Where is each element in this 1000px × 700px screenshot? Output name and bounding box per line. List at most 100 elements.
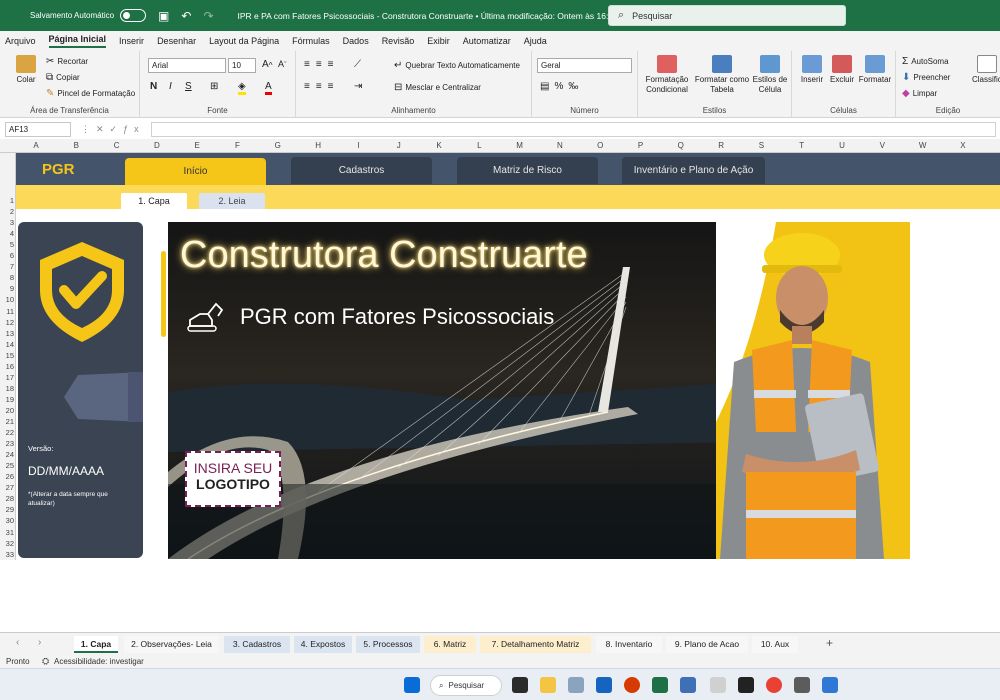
italic-button[interactable]: I xyxy=(169,81,172,92)
column-header[interactable]: V xyxy=(872,141,892,150)
row-header[interactable]: 1 xyxy=(0,196,14,205)
sheet-tab-aux[interactable]: 10. Aux xyxy=(752,636,798,653)
tab-layout[interactable]: Layout da Página xyxy=(209,36,279,46)
column-header[interactable]: F xyxy=(228,141,248,150)
row-header[interactable]: 19 xyxy=(0,395,14,404)
sheet-tab-processos[interactable]: 5. Processos xyxy=(356,636,420,653)
underline-button[interactable]: S xyxy=(185,81,192,92)
nav-cadastros[interactable]: Cadastros xyxy=(291,157,432,184)
sort-filter-button[interactable]: Classificar e Filtrar xyxy=(972,55,1000,85)
tab-arquivo[interactable]: Arquivo xyxy=(5,36,36,46)
font-family-select[interactable]: Arial xyxy=(148,58,226,73)
subtab-capa[interactable]: 1. Capa xyxy=(121,193,187,209)
task-view-icon[interactable] xyxy=(512,677,528,693)
grow-font-button[interactable]: A ^ xyxy=(262,59,273,70)
row-header[interactable]: 14 xyxy=(0,340,14,349)
indent-icon[interactable]: ⇥ xyxy=(354,81,362,92)
taskbar-search[interactable]: ⌕ Pesquisar xyxy=(430,675,502,696)
cut-button[interactable]: ✂ Recortar xyxy=(46,56,88,67)
tab-inserir[interactable]: Inserir xyxy=(119,36,144,46)
row-header[interactable]: 9 xyxy=(0,284,14,293)
redo-icon[interactable]: ↷ xyxy=(203,9,213,23)
column-header[interactable]: M xyxy=(510,141,530,150)
sheet-tab-capa[interactable]: 1. Capa xyxy=(74,636,118,653)
search-input[interactable]: ⌕ Pesquisar xyxy=(608,5,846,26)
save-icon[interactable]: ▣ xyxy=(158,9,169,23)
document-title[interactable]: IPR e PA com Fatores Psicossociais - Con… xyxy=(238,11,618,21)
row-header[interactable]: 33 xyxy=(0,550,14,559)
column-header[interactable]: U xyxy=(832,141,852,150)
delete-cells-button[interactable]: Excluir xyxy=(828,55,856,85)
excel-taskbar-icon[interactable] xyxy=(652,677,668,693)
row-header[interactable]: 28 xyxy=(0,494,14,503)
insert-cells-button[interactable]: Inserir xyxy=(798,55,826,85)
column-header[interactable]: R xyxy=(711,141,731,150)
number-format-select[interactable]: Geral xyxy=(537,58,632,73)
snipping-tool-icon[interactable] xyxy=(710,677,726,693)
nav-inicio[interactable]: Início xyxy=(125,158,266,186)
wrap-text-button[interactable]: ↵ Quebrar Texto Automaticamente xyxy=(394,60,520,71)
row-header[interactable]: 31 xyxy=(0,528,14,537)
subtab-leia[interactable]: 2. Leia xyxy=(199,193,265,209)
undo-icon[interactable]: ↶ xyxy=(181,9,191,23)
column-header[interactable]: W xyxy=(913,141,933,150)
row-header[interactable]: 16 xyxy=(0,362,14,371)
formula-input[interactable] xyxy=(150,121,996,137)
add-sheet-icon[interactable]: + xyxy=(826,636,833,650)
sheet-tab-observacoes[interactable]: 2. Observações- Leia xyxy=(124,636,219,653)
column-header[interactable]: D xyxy=(147,141,167,150)
tab-dados[interactable]: Dados xyxy=(343,36,369,46)
autosum-button[interactable]: Σ AutoSoma xyxy=(902,56,949,67)
format-as-table-button[interactable]: Formatar como Tabela xyxy=(694,55,750,95)
row-header[interactable]: 4 xyxy=(0,229,14,238)
row-header[interactable]: 11 xyxy=(0,307,14,316)
accessibility-icon[interactable]: ⛭ xyxy=(42,656,49,667)
sheet-tab-cadastros[interactable]: 3. Cadastros xyxy=(224,636,290,653)
row-header[interactable]: 10 xyxy=(0,295,14,304)
tab-formulas[interactable]: Fórmulas xyxy=(292,36,330,46)
column-header[interactable]: Q xyxy=(671,141,691,150)
chrome-icon[interactable] xyxy=(766,677,782,693)
row-header[interactable]: 7 xyxy=(0,262,14,271)
row-header[interactable]: 29 xyxy=(0,505,14,514)
column-header[interactable]: B xyxy=(66,141,86,150)
column-header[interactable]: E xyxy=(187,141,207,150)
sheet-tab-expostos[interactable]: 4. Expostos xyxy=(294,636,352,653)
row-header[interactable]: 15 xyxy=(0,351,14,360)
format-painter-button[interactable]: ✎ Pincel de Formatação xyxy=(46,88,135,99)
row-header[interactable]: 20 xyxy=(0,406,14,415)
fill-color-icon[interactable]: ◈ xyxy=(238,81,246,95)
row-header[interactable]: 12 xyxy=(0,318,14,327)
file-explorer-icon[interactable] xyxy=(540,677,556,693)
cell-styles-button[interactable]: Estilos de Célula xyxy=(751,55,789,95)
nav-inventario[interactable]: Inventário e Plano de Ação xyxy=(622,157,765,184)
column-header[interactable]: H xyxy=(308,141,328,150)
font-color-icon[interactable]: A xyxy=(265,81,272,95)
tab-pagina-inicial[interactable]: Página Inicial xyxy=(48,34,107,48)
column-header[interactable]: O xyxy=(590,141,610,150)
column-header[interactable]: L xyxy=(469,141,489,150)
windows-start-icon[interactable] xyxy=(404,677,420,693)
bold-button[interactable]: N xyxy=(150,81,157,92)
column-header[interactable]: T xyxy=(792,141,812,150)
format-cells-button[interactable]: Formatar xyxy=(858,55,892,85)
nav-matriz-risco[interactable]: Matriz de Risco xyxy=(457,157,598,184)
version-date[interactable]: DD/MM/AAAA xyxy=(28,464,104,478)
row-header[interactable]: 6 xyxy=(0,251,14,260)
office-app-icon[interactable] xyxy=(624,677,640,693)
sheet-tab-detalhamento[interactable]: 7. Detalhamento Matriz xyxy=(480,636,591,653)
tab-revisao[interactable]: Revisão xyxy=(382,36,415,46)
paste-button[interactable]: Colar xyxy=(12,55,40,85)
autosave-toggle[interactable] xyxy=(120,9,147,22)
row-header[interactable]: 23 xyxy=(0,439,14,448)
column-header[interactable]: P xyxy=(631,141,651,150)
column-header[interactable]: S xyxy=(751,141,771,150)
orientation-icon[interactable]: ⟋ xyxy=(354,59,361,70)
outlook-icon[interactable] xyxy=(596,677,612,693)
horizontal-align-icons[interactable]: ≡≡≡ xyxy=(304,81,340,92)
row-header[interactable]: 3 xyxy=(0,218,14,227)
status-accessibility[interactable]: Acessibilidade: investigar xyxy=(54,657,144,666)
row-header[interactable]: 21 xyxy=(0,417,14,426)
vertical-align-icons[interactable]: ≡≡≡ xyxy=(304,59,340,70)
column-header[interactable]: C xyxy=(107,141,127,150)
